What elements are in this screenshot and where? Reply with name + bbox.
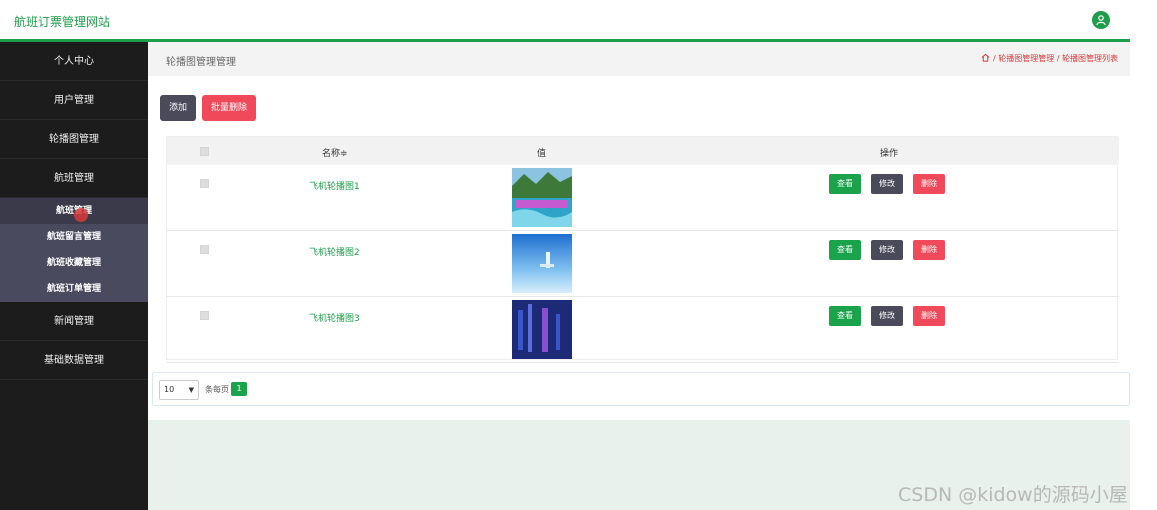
batch-delete-button[interactable]: 批量删除 [202, 95, 257, 121]
user-icon[interactable] [1092, 11, 1110, 29]
table-row: 飞机轮播图2 查看 修改 删除 [167, 231, 1119, 297]
view-button[interactable]: 查看 [829, 174, 861, 194]
page-number-button[interactable]: 1 [231, 382, 247, 396]
sidebar-subitem-flight-favorites[interactable]: 航班收藏管理 [0, 250, 148, 276]
sky-blue-thumbnail [512, 234, 572, 293]
sidebar-subitem-flight-manage[interactable]: 航班管理 [0, 198, 148, 224]
watermark: CSDN @kidow的源码小屋 [898, 484, 1128, 506]
home-icon[interactable] [981, 53, 990, 64]
row-checkbox[interactable] [200, 245, 209, 254]
sidebar-subitem-flight-messages[interactable]: 航班留言管理 [0, 224, 148, 250]
sidebar-submenu-flights: 航班管理 航班留言管理 航班收藏管理 航班订单管理 [0, 198, 148, 302]
view-button[interactable]: 查看 [829, 306, 861, 326]
row-name: 飞机轮播图1 [309, 182, 360, 192]
delete-button[interactable]: 删除 [913, 306, 945, 326]
cursor-indicator [74, 208, 88, 222]
edit-button[interactable]: 修改 [871, 306, 903, 326]
sidebar-item-carousel[interactable]: 轮播图管理 [0, 120, 148, 159]
sidebar-subitem-flight-orders[interactable]: 航班订单管理 [0, 276, 148, 302]
row-checkbox[interactable] [200, 179, 209, 188]
select-all-checkbox[interactable] [200, 147, 209, 156]
delete-button[interactable]: 删除 [913, 174, 945, 194]
table-row: 飞机轮播图3 查看 修改 删除 [167, 297, 1119, 363]
page-size-value: 10 [164, 385, 175, 394]
sidebar-item-flights[interactable]: 航班管理 [0, 159, 148, 198]
edit-button[interactable]: 修改 [871, 174, 903, 194]
sidebar-item-news[interactable]: 新闻管理 [0, 302, 148, 341]
top-bar: 航班订票管理网站 [0, 0, 1130, 42]
night-city-thumbnail [512, 300, 572, 359]
pagination-bar: 10 ▼ 条每页 1 [152, 372, 1130, 406]
data-table: 名称≑ 值 操作 飞机轮播图1 查看 修改 删除 飞机轮播图2 查看 修改 删除… [166, 136, 1119, 363]
landscape-banner-thumbnail [512, 168, 572, 227]
delete-button[interactable]: 删除 [913, 240, 945, 260]
sidebar: 个人中心 用户管理 轮播图管理 航班管理 航班管理 航班留言管理 航班收藏管理 … [0, 42, 148, 510]
breadcrumb-bar: 轮播图管理管理 / 轮播图管理管理 / 轮播图管理列表 [148, 42, 1130, 76]
add-button[interactable]: 添加 [160, 95, 197, 121]
header-name[interactable]: 名称≑ [322, 146, 348, 159]
app-title: 航班订票管理网站 [14, 15, 111, 29]
header-value: 值 [537, 149, 547, 159]
header-actions: 操作 [880, 149, 899, 159]
per-page-label: 条每页 [205, 385, 229, 394]
table-header: 名称≑ 值 操作 [167, 137, 1119, 165]
breadcrumb-trail[interactable]: / 轮播图管理管理 / 轮播图管理列表 [993, 54, 1118, 63]
page-title: 轮播图管理管理 [166, 57, 236, 68]
main-area: 轮播图管理管理 / 轮播图管理管理 / 轮播图管理列表 添加 批量删除 名称≑ … [148, 42, 1130, 510]
row-name: 飞机轮播图3 [309, 314, 360, 324]
page-size-select[interactable]: 10 ▼ [159, 380, 199, 400]
row-name: 飞机轮播图2 [309, 248, 360, 258]
chevron-down-icon: ▼ [188, 386, 194, 394]
edit-button[interactable]: 修改 [871, 240, 903, 260]
sidebar-item-profile[interactable]: 个人中心 [0, 42, 148, 81]
breadcrumb: / 轮播图管理管理 / 轮播图管理列表 [981, 53, 1118, 64]
row-checkbox[interactable] [200, 311, 209, 320]
sidebar-item-users[interactable]: 用户管理 [0, 81, 148, 120]
table-row: 飞机轮播图1 查看 修改 删除 [167, 165, 1119, 231]
content-panel: 添加 批量删除 名称≑ 值 操作 飞机轮播图1 查看 修改 删除 飞机轮播图2 … [148, 76, 1130, 420]
sidebar-item-base-data[interactable]: 基础数据管理 [0, 341, 148, 380]
view-button[interactable]: 查看 [829, 240, 861, 260]
